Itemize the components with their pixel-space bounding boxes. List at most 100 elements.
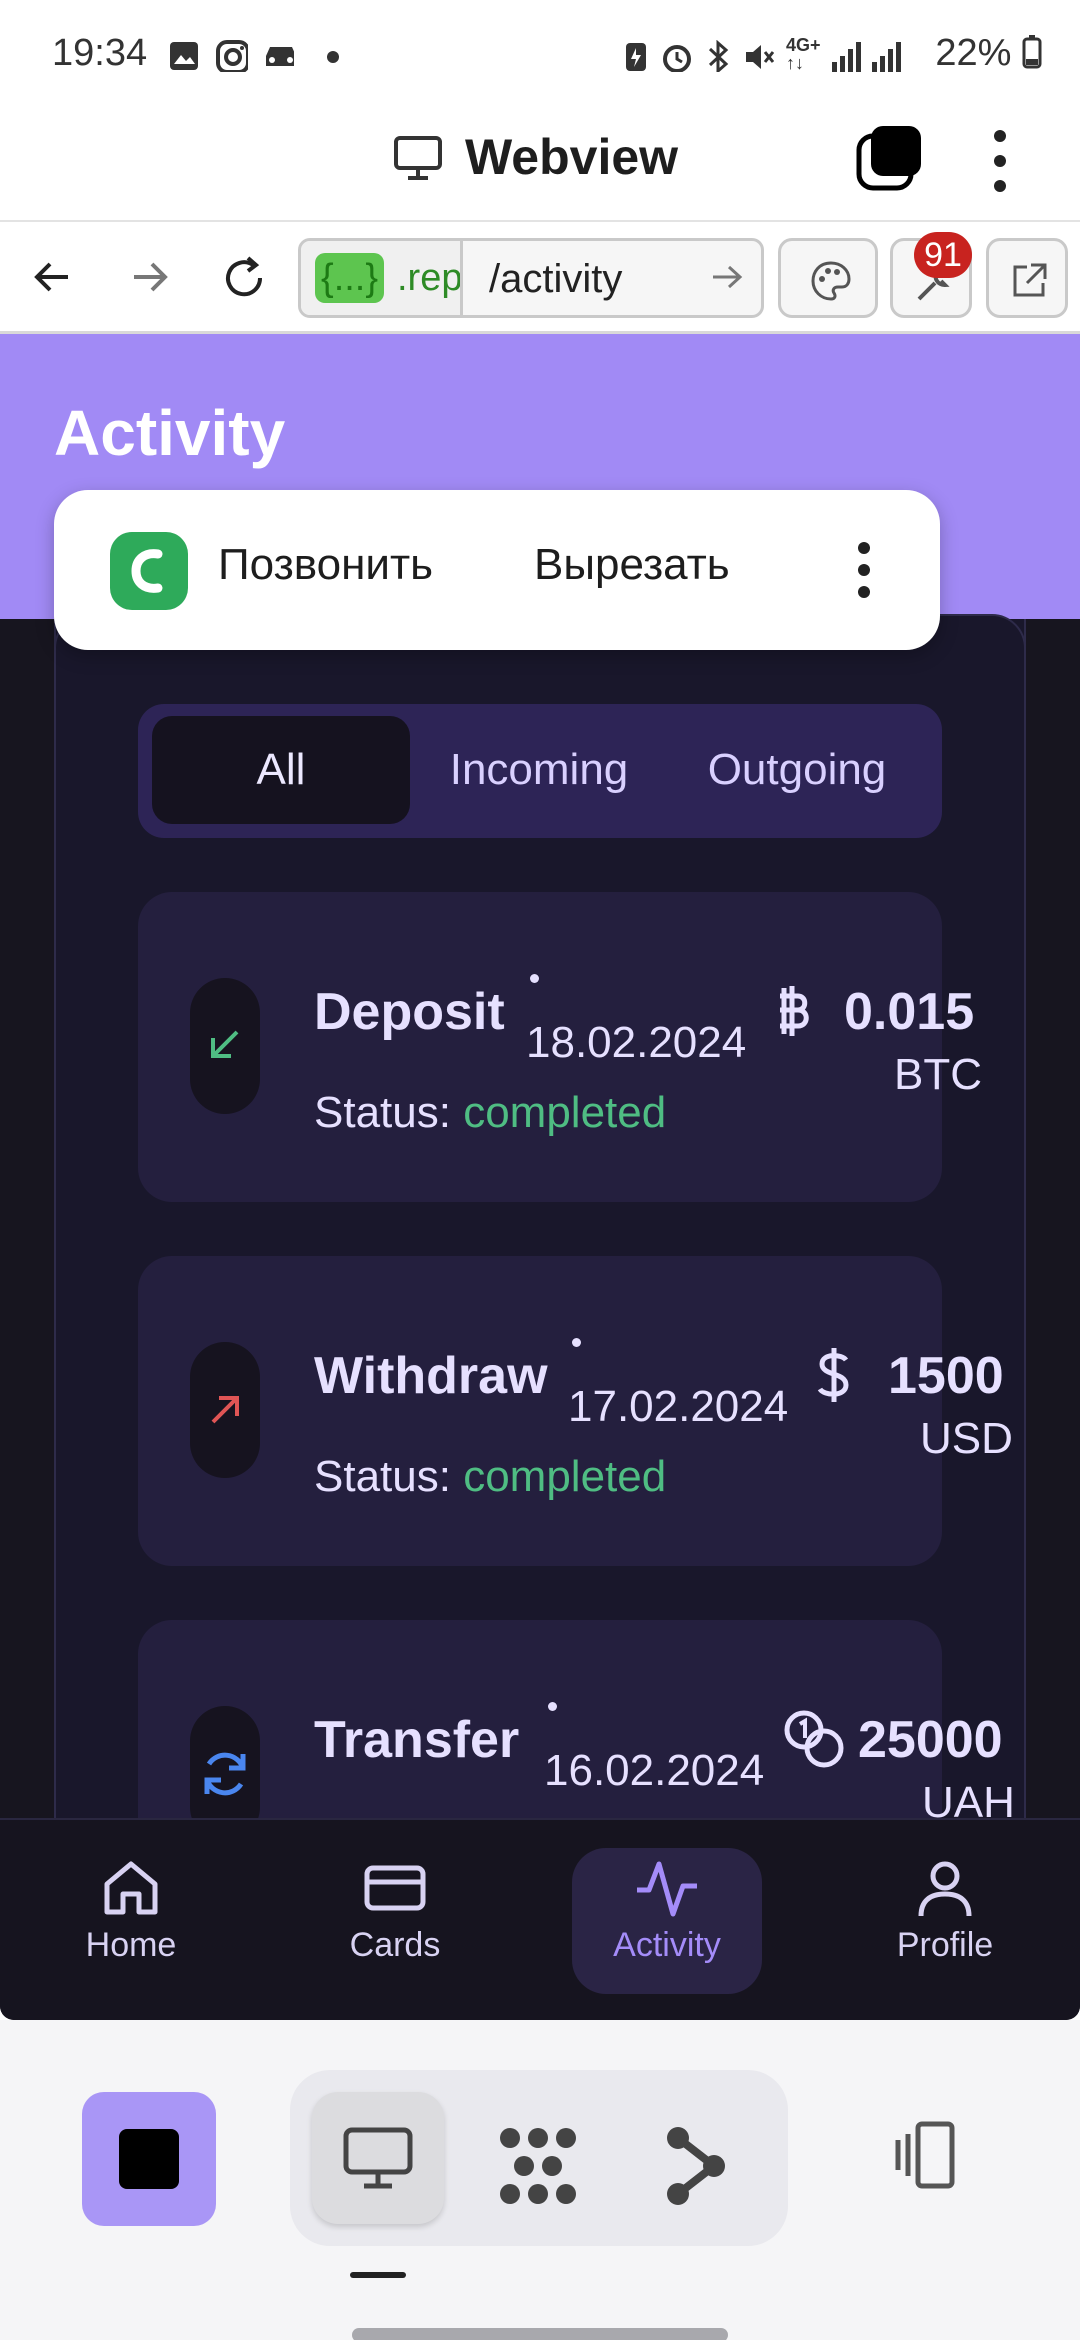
activity-icon bbox=[637, 1861, 697, 1917]
tab-label: Profile bbox=[896, 1926, 994, 1964]
url-path: /activity bbox=[489, 257, 623, 301]
open-external-button[interactable] bbox=[986, 238, 1068, 318]
monitor-icon bbox=[343, 2127, 413, 2189]
battery-icon bbox=[1022, 35, 1042, 69]
graph-node-icon[interactable] bbox=[664, 2124, 728, 2208]
home-icon bbox=[104, 1861, 158, 1915]
url-host[interactable]: {...} .rep bbox=[301, 241, 463, 315]
transaction-type: Withdraw bbox=[314, 1347, 548, 1405]
go-arrow-icon[interactable] bbox=[709, 259, 745, 295]
more-vert-icon[interactable] bbox=[854, 538, 874, 602]
url-bar: {...} .rep /activity bbox=[0, 222, 1080, 334]
tab-label: Cards bbox=[349, 1926, 441, 1964]
transaction-amount: 1500 bbox=[888, 1347, 1004, 1405]
status-label: Status: bbox=[314, 1452, 451, 1501]
transaction-status: Status: completed bbox=[314, 1088, 666, 1138]
transaction-type: Deposit bbox=[314, 983, 505, 1041]
user-icon bbox=[918, 1861, 972, 1917]
battery-level: 22% bbox=[935, 32, 1042, 75]
car-icon bbox=[266, 47, 294, 66]
bitcoin-icon bbox=[780, 986, 809, 1036]
open-external-icon bbox=[1013, 263, 1047, 297]
transaction-card[interactable]: Deposit 18.02.2024 Status: completed 0.0… bbox=[138, 892, 982, 1202]
transaction-date: 16.02.2024 bbox=[544, 1746, 765, 1795]
battery-saver-icon bbox=[626, 43, 646, 71]
url-host-suffix: .rep bbox=[397, 257, 463, 299]
text-selection-popup: Позвонить Вырезать bbox=[54, 490, 940, 650]
arrow-down-left-icon bbox=[211, 1030, 239, 1058]
separator-dot bbox=[572, 1338, 581, 1347]
phone-icon bbox=[131, 549, 163, 593]
battery-percent: 22% bbox=[935, 32, 1012, 74]
reload-icon[interactable] bbox=[218, 252, 268, 302]
rotate-device-icon[interactable] bbox=[892, 2120, 972, 2192]
dollar-icon bbox=[817, 1348, 849, 1402]
stop-icon bbox=[119, 2129, 179, 2189]
gesture-bar[interactable] bbox=[352, 2328, 728, 2340]
transaction-type: Transfer bbox=[314, 1711, 520, 1769]
alarm-icon bbox=[663, 45, 691, 72]
transaction-amount: 25000 bbox=[858, 1711, 1003, 1769]
tab-label: Home bbox=[85, 1926, 177, 1964]
webview-title: Webview bbox=[465, 129, 679, 185]
transaction-date: 18.02.2024 bbox=[526, 1018, 747, 1067]
image-icon bbox=[170, 42, 198, 70]
palette-icon bbox=[811, 261, 851, 301]
bottom-tab-bar: Home Cards Activity Profile bbox=[0, 1818, 1080, 2020]
filter-incoming-tab[interactable]: Incoming bbox=[410, 716, 668, 824]
filter-outgoing-tab[interactable]: Outgoing bbox=[668, 716, 926, 824]
signal-icon bbox=[832, 42, 861, 72]
url-host-badge: {...} bbox=[315, 253, 385, 303]
notification-badge: 91 bbox=[914, 232, 972, 278]
tab-profile[interactable]: Profile bbox=[850, 1848, 1040, 1994]
active-indicator bbox=[350, 2272, 406, 2278]
transaction-card[interactable]: Withdraw 17.02.2024 Status: completed 15… bbox=[138, 1256, 1013, 1566]
dots-grid-icon[interactable] bbox=[494, 2122, 582, 2210]
forward-icon[interactable] bbox=[124, 252, 174, 302]
4g-icon: 4G+ ↑↓ bbox=[786, 35, 821, 73]
webview-header: Webview bbox=[0, 110, 1080, 222]
phone-app-icon[interactable] bbox=[110, 532, 188, 610]
mute-icon bbox=[746, 45, 774, 69]
bluetooth-icon bbox=[708, 40, 729, 72]
back-icon[interactable] bbox=[28, 252, 78, 302]
tab-home[interactable]: Home bbox=[36, 1848, 226, 1994]
transaction-currency: USD bbox=[920, 1414, 1013, 1463]
dot-icon bbox=[327, 51, 339, 63]
url-field[interactable]: {...} .rep /activity bbox=[298, 238, 764, 318]
refresh-icon bbox=[204, 1752, 246, 1796]
separator-dot bbox=[548, 1702, 557, 1711]
coins-icon bbox=[784, 1710, 844, 1768]
mode-switcher bbox=[290, 2070, 788, 2246]
filter-all-tab[interactable]: All bbox=[152, 716, 410, 824]
monitor-icon bbox=[394, 136, 442, 180]
instagram-icon bbox=[216, 40, 248, 72]
more-vert-icon[interactable] bbox=[990, 126, 1010, 196]
transaction-currency: BTC bbox=[894, 1050, 982, 1099]
transaction-icon-badge bbox=[190, 978, 260, 1114]
stop-button[interactable] bbox=[82, 2092, 216, 2226]
tabs-icon[interactable] bbox=[855, 124, 925, 194]
status-label: Status: bbox=[314, 1088, 451, 1137]
call-action[interactable]: Позвонить bbox=[218, 540, 433, 590]
status-value: completed bbox=[463, 1088, 667, 1137]
transaction-amount: 0.015 bbox=[844, 983, 975, 1041]
signal-icon bbox=[872, 42, 901, 72]
cut-action[interactable]: Вырезать bbox=[534, 540, 730, 590]
transaction-status: Status: completed bbox=[314, 1452, 666, 1502]
status-time: 19:34 bbox=[52, 32, 148, 74]
system-toolbar bbox=[0, 2020, 1080, 2340]
page-title: Activity bbox=[54, 397, 286, 469]
status-bar: 19:34 4G+ ↑↓ 22% bbox=[0, 0, 1080, 110]
tab-label: Activity bbox=[613, 1926, 721, 1964]
tab-activity[interactable]: Activity bbox=[572, 1848, 762, 1994]
tab-cards[interactable]: Cards bbox=[300, 1848, 490, 1994]
arrow-up-right-icon bbox=[211, 1396, 239, 1424]
desktop-mode-button[interactable] bbox=[312, 2092, 444, 2224]
card-icon bbox=[364, 1865, 426, 1911]
activity-filter: All Incoming Outgoing bbox=[138, 704, 942, 838]
palette-button[interactable] bbox=[778, 238, 878, 318]
transaction-icon-badge bbox=[190, 1342, 260, 1478]
status-value: completed bbox=[463, 1452, 667, 1501]
separator-dot bbox=[530, 974, 539, 983]
